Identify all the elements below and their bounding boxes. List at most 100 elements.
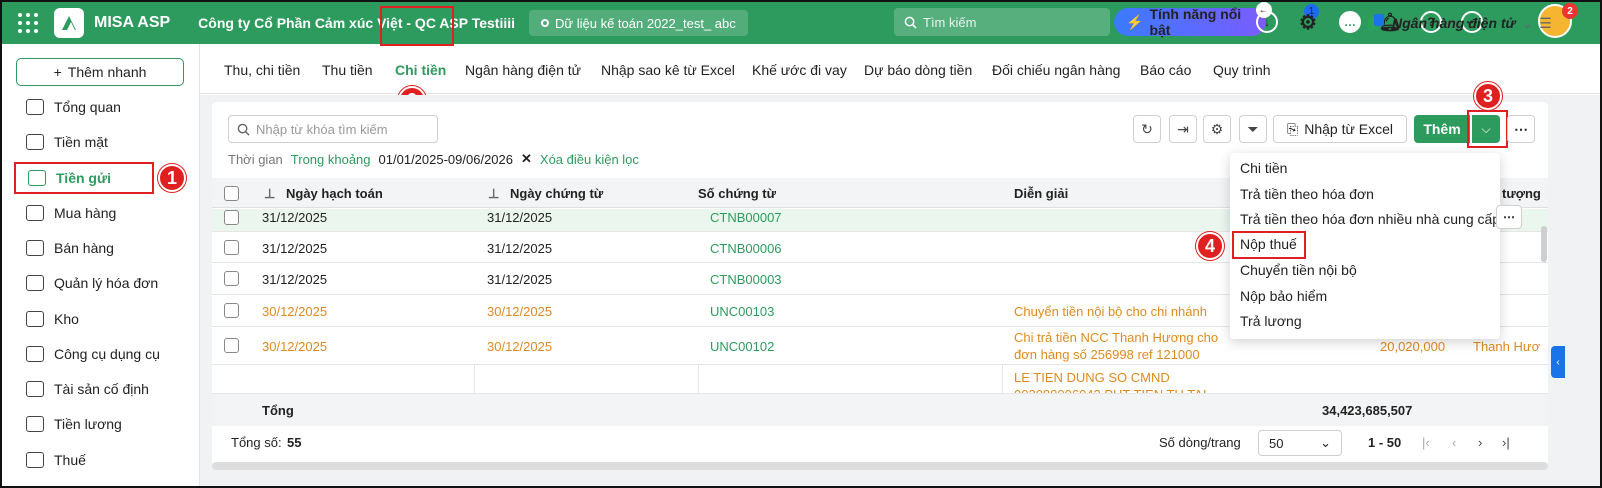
cell-document-number[interactable]: UNC00102 <box>710 339 774 354</box>
keyword-search-input[interactable]: Nhập từ khóa tìm kiếm <box>228 115 438 143</box>
tab-process[interactable]: Quy trình <box>1213 62 1271 78</box>
tab-payments[interactable]: Chi tiền <box>395 62 446 78</box>
import-excel-label: Nhập từ Excel <box>1304 121 1393 137</box>
rows-per-page-select[interactable]: 50 ⌄ <box>1258 430 1342 456</box>
total-row: Tổng 34,423,685,507 <box>212 394 1548 426</box>
sidebar-item-tools[interactable]: Công cụ dụng cụ <box>14 339 184 369</box>
menu-item-pay-by-invoice[interactable]: Trả tiền theo hóa đơn <box>1240 186 1374 202</box>
filter-icon[interactable]: ⏷ <box>1239 115 1267 143</box>
horizontal-scrollbar[interactable] <box>212 462 1548 470</box>
cell-document-number[interactable]: CTNB00006 <box>710 241 782 256</box>
cell-document-date: 31/12/2025 <box>487 272 553 287</box>
callout-1: 1 <box>158 164 186 192</box>
add-button[interactable]: Thêm <box>1414 115 1470 143</box>
apps-grid-icon[interactable] <box>16 11 40 35</box>
more-actions-button[interactable]: ⋯ <box>1507 115 1535 143</box>
database-icon <box>541 19 550 27</box>
cell-document-date: 30/12/2025 <box>487 339 553 354</box>
cell-document-number[interactable]: CTNB00003 <box>710 272 782 287</box>
sidebar-item-cash[interactable]: Tiền mặt <box>14 127 184 157</box>
sidebar-item-label: Bán hàng <box>54 240 114 256</box>
row-checkbox[interactable] <box>224 240 239 255</box>
sidebar-item-tax[interactable]: Thuế <box>14 445 184 475</box>
chat-icon[interactable]: … <box>1339 11 1361 33</box>
next-page-icon[interactable]: › <box>1478 435 1482 450</box>
first-page-icon[interactable]: |‹ <box>1422 435 1430 450</box>
pin-icon[interactable]: ⊥ <box>264 186 275 202</box>
global-search-input[interactable]: Tìm kiếm <box>894 8 1110 36</box>
col-document-date[interactable]: Ngày chứng từ <box>510 186 603 201</box>
export-icon[interactable]: ⇥ <box>1169 115 1197 143</box>
tab-cashflow-forecast[interactable]: Dự báo dòng tiền <box>864 62 972 78</box>
row-checkbox[interactable] <box>224 303 239 318</box>
database-selector[interactable]: Dữ liệu kế toán 2022_test_ abc <box>529 10 748 36</box>
clear-filter-link[interactable]: Xóa điều kiện lọc <box>540 152 639 167</box>
tools-icon <box>26 346 44 362</box>
col-partner[interactable]: tượng <box>1502 186 1541 201</box>
tab-receipts-payments[interactable]: Thu, chi tiền <box>224 62 300 78</box>
prev-page-icon[interactable]: ‹ <box>1452 435 1456 450</box>
menu-item-internal-transfer[interactable]: Chuyển tiền nội bộ <box>1240 262 1357 278</box>
tab-bank-reconciliation[interactable]: Đối chiếu ngân hàng <box>992 62 1120 78</box>
settings-sliders-icon[interactable]: ☰ <box>1539 15 1552 32</box>
vertical-scrollbar[interactable] <box>1541 226 1547 262</box>
gear-icon[interactable]: ⚙ <box>1203 115 1231 143</box>
e-banking-brand[interactable]: Ngân hàng điện tử ⌄ ☰ <box>1368 14 1552 32</box>
tab-receipts[interactable]: Thu tiền <box>322 62 373 78</box>
sidebar-item-label: Mua hàng <box>54 205 117 221</box>
import-excel-button[interactable]: ⎘ Nhập từ Excel <box>1273 115 1407 143</box>
company-name[interactable]: Công ty Cổ Phần Cảm xúc Việt - QC ASP Te… <box>198 15 515 31</box>
menu-item-salary-payment[interactable]: Trả lương <box>1240 313 1302 329</box>
tab-e-banking[interactable]: Ngân hàng điện tử <box>465 62 581 78</box>
col-document-number[interactable]: Số chứng từ <box>698 186 776 201</box>
tab-import-statement[interactable]: Nhập sao kê từ Excel <box>601 62 735 78</box>
highlight-box-payments-tab <box>380 6 454 46</box>
tab-reports[interactable]: Báo cáo <box>1140 62 1191 78</box>
pin-icon[interactable]: ⊥ <box>488 186 499 202</box>
menu-item-pay-multi-supplier[interactable]: Trả tiền theo hóa đơn nhiều nhà cung cấp <box>1240 211 1500 227</box>
sidebar-item-overview[interactable]: Tổng quan <box>14 92 184 122</box>
sidebar-item-sales[interactable]: Bán hàng <box>14 233 184 263</box>
quick-add-button[interactable]: + Thêm nhanh <box>16 58 184 86</box>
row-checkbox[interactable] <box>224 210 239 225</box>
cell-document-number[interactable]: CTNB00007 <box>710 210 782 225</box>
sidebar-item-invoices[interactable]: Quản lý hóa đơn <box>14 268 184 298</box>
cell-posting-date: 30/12/2025 <box>262 304 328 319</box>
sidebar-item-salary[interactable]: Tiền lương <box>14 409 184 439</box>
row-checkbox[interactable] <box>224 271 239 286</box>
sidebar-item-warehouse[interactable]: Kho <box>14 304 184 334</box>
menu-item-payment[interactable]: Chi tiền <box>1240 160 1287 176</box>
cell-document-number[interactable]: UNC00103 <box>710 304 774 319</box>
gear-icon[interactable]: ⚙ <box>1297 11 1319 34</box>
download-icon[interactable]: ↓ <box>1256 11 1278 33</box>
sidebar-item-purchase[interactable]: Mua hàng <box>14 198 184 228</box>
col-description[interactable]: Diễn giải <box>1014 186 1068 201</box>
row-more-button[interactable]: ⋯ <box>1496 205 1522 229</box>
sidebar-item-deposits[interactable]: Tiền gửi <box>14 162 154 194</box>
close-icon[interactable]: ✕ <box>521 151 532 167</box>
search-icon <box>237 123 250 136</box>
last-page-icon[interactable]: ›| <box>1502 435 1510 450</box>
featured-button[interactable]: ⚡ Tính năng nổi bật <box>1114 6 1266 38</box>
keyword-search-placeholder: Nhập từ khóa tìm kiếm <box>256 121 388 137</box>
filter-mode[interactable]: Trong khoảng <box>291 152 371 167</box>
total-count: 55 <box>287 435 302 450</box>
plus-icon: + <box>53 64 62 80</box>
side-panel-toggle-icon[interactable]: ‹ <box>1551 346 1565 378</box>
col-posting-date[interactable]: Ngày hạch toán <box>286 186 383 201</box>
row-checkbox[interactable] <box>224 338 239 353</box>
sidebar-item-fixed-assets[interactable]: Tài sản cố định <box>14 374 184 404</box>
menu-item-insurance-payment[interactable]: Nộp bảo hiểm <box>1240 288 1327 304</box>
table-row[interactable]: LE TIEN DUNG SO CMND 002088006042 PHT TI… <box>212 365 1548 394</box>
highlight-box-tax-payment <box>1232 231 1306 259</box>
select-all-checkbox[interactable] <box>224 186 239 201</box>
app-name: MISA ASP <box>94 14 171 31</box>
top-bar: MISA ASP Công ty Cổ Phần Cảm xúc Việt - … <box>0 0 1602 44</box>
search-icon <box>904 16 917 29</box>
refresh-icon[interactable]: ↻ <box>1133 115 1161 143</box>
highlight-box-add-dropdown <box>1467 110 1508 148</box>
cell-posting-date: 31/12/2025 <box>262 272 328 287</box>
cart-icon <box>26 240 44 256</box>
sidebar-item-label: Công cụ dụng cụ <box>54 346 160 362</box>
tab-loan-contracts[interactable]: Khế ước đi vay <box>752 62 847 78</box>
